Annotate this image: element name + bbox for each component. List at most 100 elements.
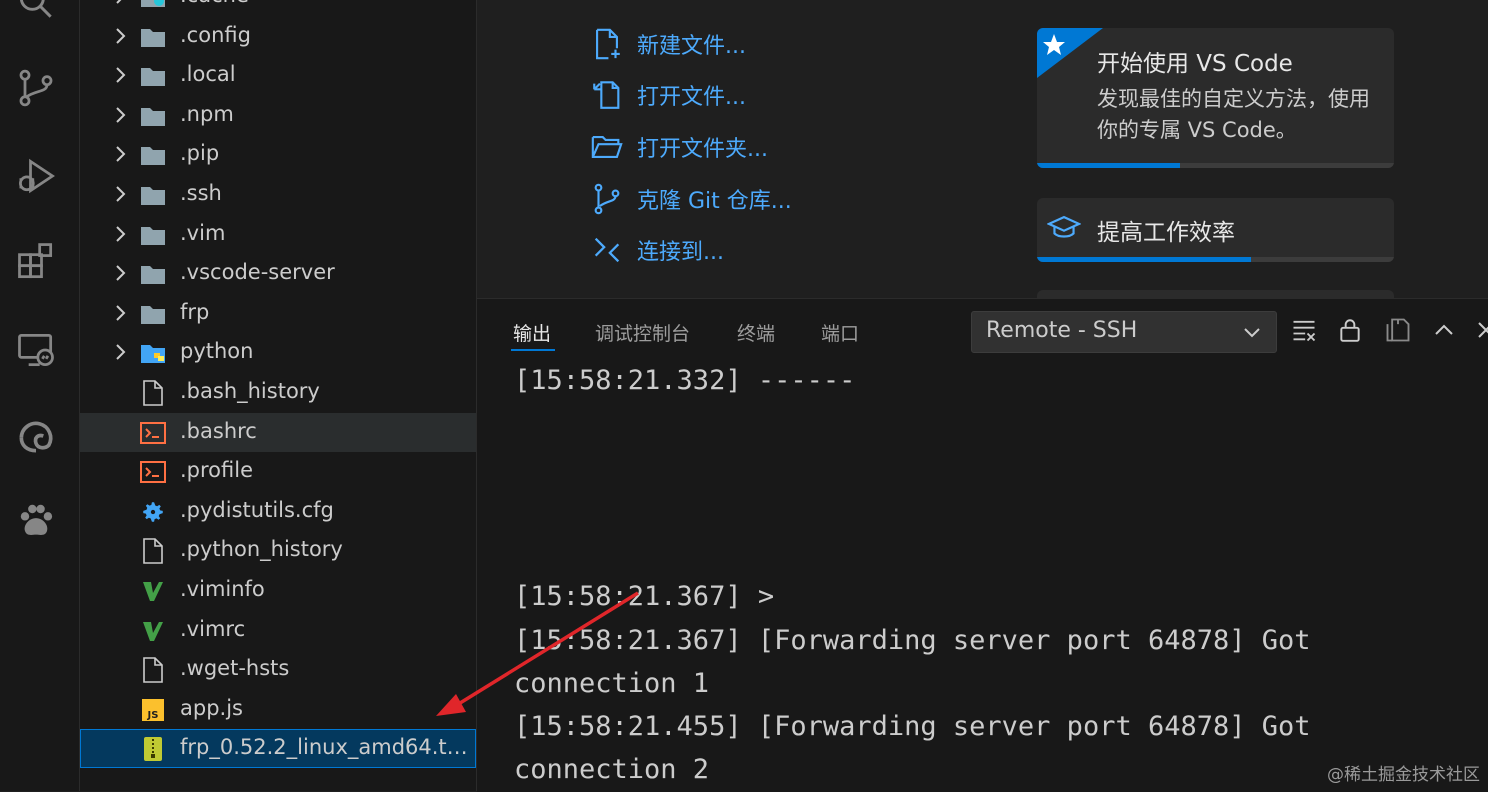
lock-icon <box>1340 319 1360 342</box>
shell-file-icon <box>140 459 166 485</box>
file-item[interactable]: .wget-hsts <box>80 650 476 689</box>
extensions-icon[interactable] <box>12 238 60 286</box>
git-branch-icon <box>589 181 625 217</box>
log-line: [15:58:21.367] > <box>514 581 775 612</box>
tab-output[interactable]: 输出 <box>513 319 551 346</box>
log-line: [15:58:21.455] [Forwarding server port 6… <box>514 711 1311 742</box>
active-tab-indicator <box>511 349 555 351</box>
clear-all-icon <box>1293 320 1316 342</box>
file-item[interactable]: .bashrc <box>80 412 476 452</box>
paw-icon[interactable] <box>12 496 60 544</box>
chevron-right-icon[interactable] <box>110 26 130 46</box>
chevron-right-icon[interactable] <box>110 224 130 244</box>
folder-item[interactable]: .cache <box>80 0 476 16</box>
star-badge-icon <box>1037 28 1103 78</box>
tab-terminal[interactable]: 终端 <box>737 319 775 346</box>
file-item[interactable]: frp_0.52.2_linux_amd64.tar.gz <box>80 729 476 769</box>
file-item[interactable]: .profile <box>80 452 476 491</box>
folder-icon <box>140 142 166 168</box>
svg-text:JS: JS <box>147 710 159 721</box>
new-file-link[interactable]: 新建文件... <box>589 26 746 62</box>
item-name: .ssh <box>180 181 222 205</box>
log-line: [15:58:21.367] [Forwarding server port 6… <box>514 625 1311 656</box>
archive-icon <box>140 736 166 762</box>
welcome-page: 新建文件... 打开文件... 打开文件夹... 克隆 Git 仓库... 连接… <box>477 0 1488 310</box>
chevron-right-icon[interactable] <box>110 342 130 362</box>
walkthrough-description: 发现最佳的自定义方法，使用你的专属 VS Code。 <box>1097 87 1370 142</box>
open-folder-icon <box>589 129 625 165</box>
file-item[interactable]: .viminfo <box>80 571 476 610</box>
chevron-right-icon[interactable] <box>110 0 130 6</box>
new-file-label: 新建文件... <box>637 34 746 59</box>
maximize-panel-button[interactable] <box>1429 315 1459 345</box>
chevron-right-icon[interactable] <box>110 144 130 164</box>
item-name: frp <box>180 299 210 324</box>
item-name: .vscode-server <box>180 260 335 285</box>
item-name: .npm <box>180 101 234 126</box>
item-name: app.js <box>180 695 243 720</box>
open-output-editor-button[interactable] <box>1383 315 1413 345</box>
folder-item[interactable]: .local <box>80 56 476 95</box>
remote-explorer-icon[interactable] <box>12 326 60 374</box>
folder-icon <box>140 63 166 89</box>
lock-scroll-button[interactable] <box>1335 315 1365 345</box>
open-file-label: 打开文件... <box>637 85 746 110</box>
item-name: .pydistutils.cfg <box>180 497 334 522</box>
folder-item[interactable]: .config <box>80 17 476 56</box>
walkthrough-get-started-card[interactable]: 开始使用 VS Code 发现最佳的自定义方法，使用你的专属 VS Code。 <box>1037 28 1394 168</box>
clear-output-button[interactable] <box>1289 315 1319 345</box>
output-channel-select[interactable]: Remote - SSH <box>971 311 1277 353</box>
chevron-right-icon[interactable] <box>110 303 130 323</box>
chevron-up-icon <box>1435 324 1453 335</box>
open-folder-label: 打开文件夹... <box>637 137 768 162</box>
folder-item[interactable]: .npm <box>80 96 476 135</box>
item-name: .profile <box>180 458 254 483</box>
open-file-link[interactable]: 打开文件... <box>589 77 746 113</box>
vim-icon <box>140 578 166 604</box>
activity-bar <box>0 0 80 791</box>
clone-git-label: 克隆 Git 仓库... <box>637 189 792 214</box>
item-name: .bash_history <box>180 379 320 403</box>
new-file-icon <box>589 26 625 62</box>
item-name: frp_0.52.2_linux_amd64.tar.gz <box>180 735 472 760</box>
file-item[interactable]: .bash_history <box>80 373 476 412</box>
clone-git-link[interactable]: 克隆 Git 仓库... <box>589 181 792 217</box>
folder-item[interactable]: .vscode-server <box>80 254 476 293</box>
open-folder-link[interactable]: 打开文件夹... <box>589 129 768 165</box>
folder-item[interactable]: frp <box>80 294 476 333</box>
connect-to-link[interactable]: 连接到... <box>589 232 724 268</box>
chevron-right-icon[interactable] <box>110 263 130 283</box>
javascript-icon: JS <box>140 697 166 723</box>
folder-item[interactable]: .pip <box>80 135 476 174</box>
file-item[interactable]: .python_history <box>80 531 476 570</box>
item-name: .cache <box>180 0 249 7</box>
file-icon <box>140 657 166 683</box>
folder-item[interactable]: .vim <box>80 215 476 254</box>
run-debug-icon[interactable] <box>12 152 60 200</box>
close-panel-button[interactable] <box>1471 315 1488 345</box>
chevron-right-icon[interactable] <box>110 65 130 85</box>
folder-item[interactable]: .ssh <box>80 175 476 214</box>
walkthrough-progress-bar <box>1037 163 1180 168</box>
walkthrough-productivity-card[interactable]: 提高工作效率 <box>1037 198 1394 262</box>
walkthrough-progress-bar <box>1037 257 1252 262</box>
tab-debug-console[interactable]: 调试控制台 <box>595 319 690 346</box>
edge-browser-icon[interactable] <box>12 412 60 460</box>
file-item[interactable]: .pydistutils.cfg <box>80 492 476 531</box>
chevron-right-icon[interactable] <box>110 105 130 125</box>
chevron-right-icon[interactable] <box>110 184 130 204</box>
folder-python-icon <box>140 340 166 366</box>
vim-icon <box>140 618 166 644</box>
item-name: .local <box>180 62 236 87</box>
folder-item[interactable]: python <box>80 333 476 372</box>
bottom-panel: 输出 调试控制台 终端 端口 Remote - SSH [15:58:21.33… <box>477 298 1488 792</box>
folder-cache-icon <box>140 0 166 10</box>
source-control-icon[interactable] <box>12 64 60 112</box>
item-name: .wget-hsts <box>180 656 290 681</box>
file-item[interactable]: .vimrc <box>80 611 476 650</box>
file-item[interactable]: JS app.js <box>80 690 476 729</box>
item-name: .viminfo <box>180 577 265 601</box>
tab-ports[interactable]: 端口 <box>821 319 859 346</box>
file-icon <box>140 380 166 406</box>
search-icon[interactable] <box>12 0 60 26</box>
